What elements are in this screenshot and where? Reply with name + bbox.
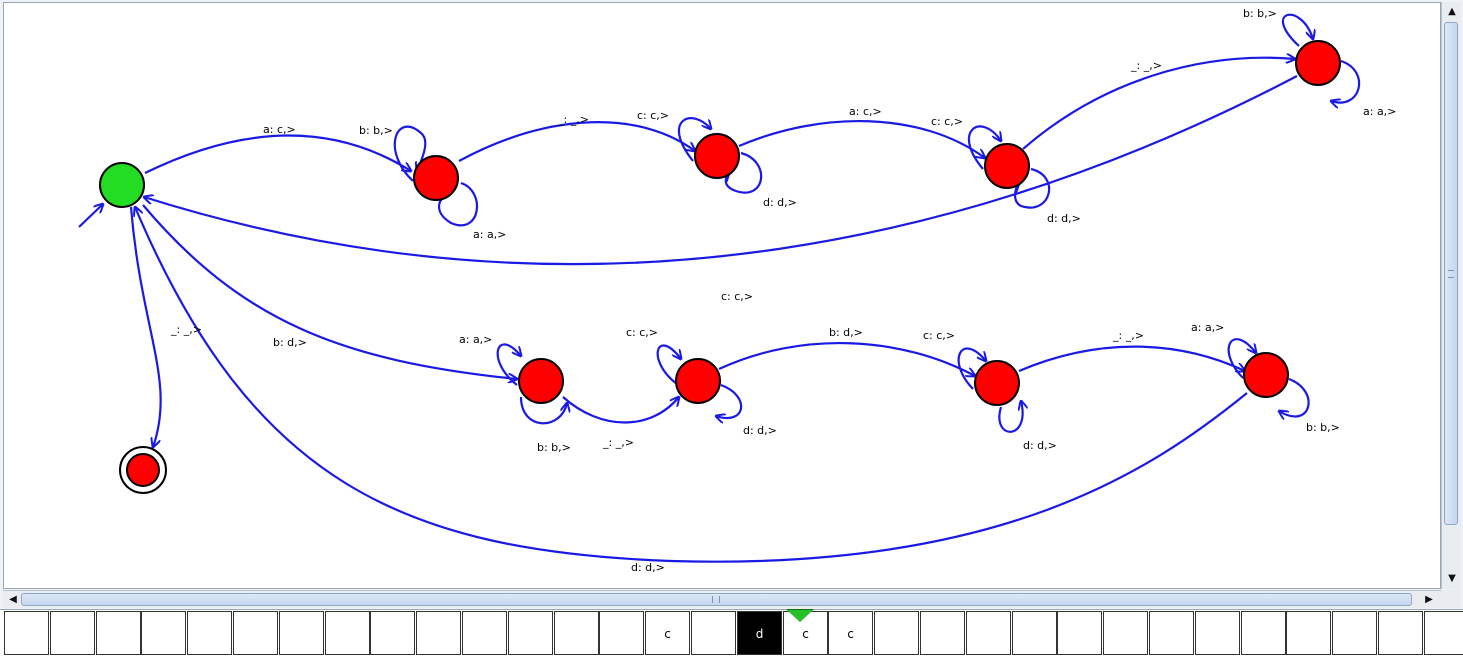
edge-label: a: a,> bbox=[473, 228, 506, 241]
tape-cell[interactable] bbox=[279, 611, 324, 655]
state-node[interactable] bbox=[694, 133, 740, 179]
tape-cell[interactable] bbox=[508, 611, 553, 655]
edge-label: c: c,> bbox=[721, 290, 753, 303]
vertical-scroll-thumb[interactable] bbox=[1444, 22, 1458, 525]
tape-cell[interactable] bbox=[416, 611, 461, 655]
transition-edge[interactable] bbox=[1018, 345, 1245, 371]
turing-machine-graph[interactable]: a: c,> b: b,> a: a,> _: _,> c: c,> d: d,> a: c… bbox=[4, 3, 1440, 588]
grip-icon bbox=[1448, 270, 1454, 278]
edge-label: c: c,> bbox=[626, 326, 658, 339]
edge-label: a: a,> bbox=[1191, 321, 1224, 334]
self-loop-edge[interactable] bbox=[1281, 13, 1313, 47]
tape-cell[interactable] bbox=[4, 611, 49, 655]
transition-edge[interactable] bbox=[142, 204, 517, 379]
edge-label: c: c,> bbox=[637, 109, 669, 122]
tape-cell[interactable] bbox=[691, 611, 736, 655]
tape-cell[interactable]: c bbox=[828, 611, 873, 655]
tape-cell[interactable] bbox=[1195, 611, 1240, 655]
tape-cell[interactable] bbox=[1057, 611, 1102, 655]
edge-label: _: _,> bbox=[1130, 59, 1162, 72]
tape-cell[interactable] bbox=[462, 611, 507, 655]
tape-cell[interactable] bbox=[1103, 611, 1148, 655]
self-loop-edge[interactable] bbox=[998, 401, 1022, 433]
edge-label: d: d,> bbox=[763, 196, 797, 209]
self-loop-edge[interactable] bbox=[716, 383, 743, 418]
self-loop-edge[interactable] bbox=[496, 343, 521, 386]
edge-label: d: d,> bbox=[1047, 212, 1081, 225]
horizontal-scrollbar[interactable]: ◀ ▶ bbox=[3, 590, 1441, 608]
transition-edge[interactable] bbox=[129, 206, 162, 447]
edge-label: d: d,> bbox=[743, 424, 777, 437]
start-state[interactable] bbox=[99, 162, 145, 208]
edge-label: d: d,> bbox=[631, 561, 665, 574]
edge-label: c: c,> bbox=[923, 329, 955, 342]
tape-cell[interactable] bbox=[966, 611, 1011, 655]
edge-label: b: d,> bbox=[829, 326, 863, 339]
edge-label: a: a,> bbox=[1363, 105, 1396, 118]
grip-icon bbox=[712, 596, 720, 603]
edge-label: b: b,> bbox=[537, 441, 571, 454]
transition-edge[interactable] bbox=[458, 121, 695, 162]
edge-label: b: d,> bbox=[273, 336, 307, 349]
edge-label: _: _,> bbox=[557, 113, 589, 126]
edge-label: b: b,> bbox=[359, 124, 393, 137]
tape-cell[interactable] bbox=[1241, 611, 1286, 655]
tape-cell[interactable] bbox=[325, 611, 370, 655]
state-node[interactable] bbox=[675, 358, 721, 404]
tape-cell[interactable] bbox=[1286, 611, 1331, 655]
tape-cell[interactable] bbox=[141, 611, 186, 655]
tape-cell[interactable] bbox=[1332, 611, 1377, 655]
transition-edge[interactable] bbox=[78, 204, 103, 228]
transition-edge[interactable] bbox=[718, 341, 975, 376]
tape-cell-head[interactable]: d bbox=[737, 611, 782, 655]
state-node[interactable] bbox=[1295, 40, 1341, 86]
edge-label: d: d,> bbox=[1023, 439, 1057, 452]
tape[interactable]: cdcc bbox=[0, 609, 1463, 656]
state-node[interactable] bbox=[1243, 352, 1289, 398]
state-node[interactable] bbox=[413, 155, 459, 201]
scroll-right-icon[interactable]: ▶ bbox=[1421, 592, 1437, 608]
state-node[interactable] bbox=[518, 358, 564, 404]
tape-cell[interactable] bbox=[1424, 611, 1463, 655]
scroll-down-icon[interactable]: ▼ bbox=[1444, 571, 1460, 587]
transition-edge[interactable] bbox=[562, 397, 679, 424]
state-node[interactable] bbox=[974, 360, 1020, 406]
tape-cell[interactable] bbox=[1149, 611, 1194, 655]
tape-cell[interactable]: c bbox=[645, 611, 690, 655]
edge-label: _: _,> bbox=[170, 323, 202, 336]
tape-cell[interactable] bbox=[599, 611, 644, 655]
scroll-up-icon[interactable]: ▲ bbox=[1444, 4, 1460, 20]
tape-cell[interactable] bbox=[233, 611, 278, 655]
edge-label: a: c,> bbox=[849, 105, 882, 118]
edge-label: _: _,> bbox=[602, 436, 634, 449]
tape-cell[interactable] bbox=[370, 611, 415, 655]
tape-pointer-icon bbox=[787, 610, 813, 622]
tape-cell[interactable] bbox=[1378, 611, 1423, 655]
state-diagram-canvas[interactable]: a: c,> b: b,> a: a,> _: _,> c: c,> d: d,> a: c… bbox=[3, 2, 1441, 589]
tape-cell[interactable] bbox=[874, 611, 919, 655]
scroll-corner bbox=[1441, 590, 1461, 608]
tape-cell[interactable] bbox=[187, 611, 232, 655]
edge-label: b: b,> bbox=[1306, 421, 1340, 434]
edge-label: a: c,> bbox=[263, 123, 296, 136]
tape-cell[interactable] bbox=[50, 611, 95, 655]
tape-cell[interactable] bbox=[554, 611, 599, 655]
accept-state[interactable] bbox=[126, 453, 160, 487]
tape-cell[interactable] bbox=[96, 611, 141, 655]
tape-cell[interactable] bbox=[1012, 611, 1057, 655]
edge-label: _: _,> bbox=[1112, 329, 1144, 342]
state-node[interactable] bbox=[984, 143, 1030, 189]
edge-label: a: a,> bbox=[459, 333, 492, 346]
edge-label: c: c,> bbox=[931, 115, 963, 128]
vertical-scrollbar[interactable]: ▲ ▼ bbox=[1441, 2, 1461, 589]
horizontal-scroll-thumb[interactable] bbox=[21, 593, 1412, 606]
transition-edge[interactable] bbox=[144, 134, 411, 174]
scroll-left-icon[interactable]: ◀ bbox=[5, 592, 21, 608]
edge-label: b: b,> bbox=[1243, 7, 1277, 20]
tape-cell[interactable] bbox=[920, 611, 965, 655]
